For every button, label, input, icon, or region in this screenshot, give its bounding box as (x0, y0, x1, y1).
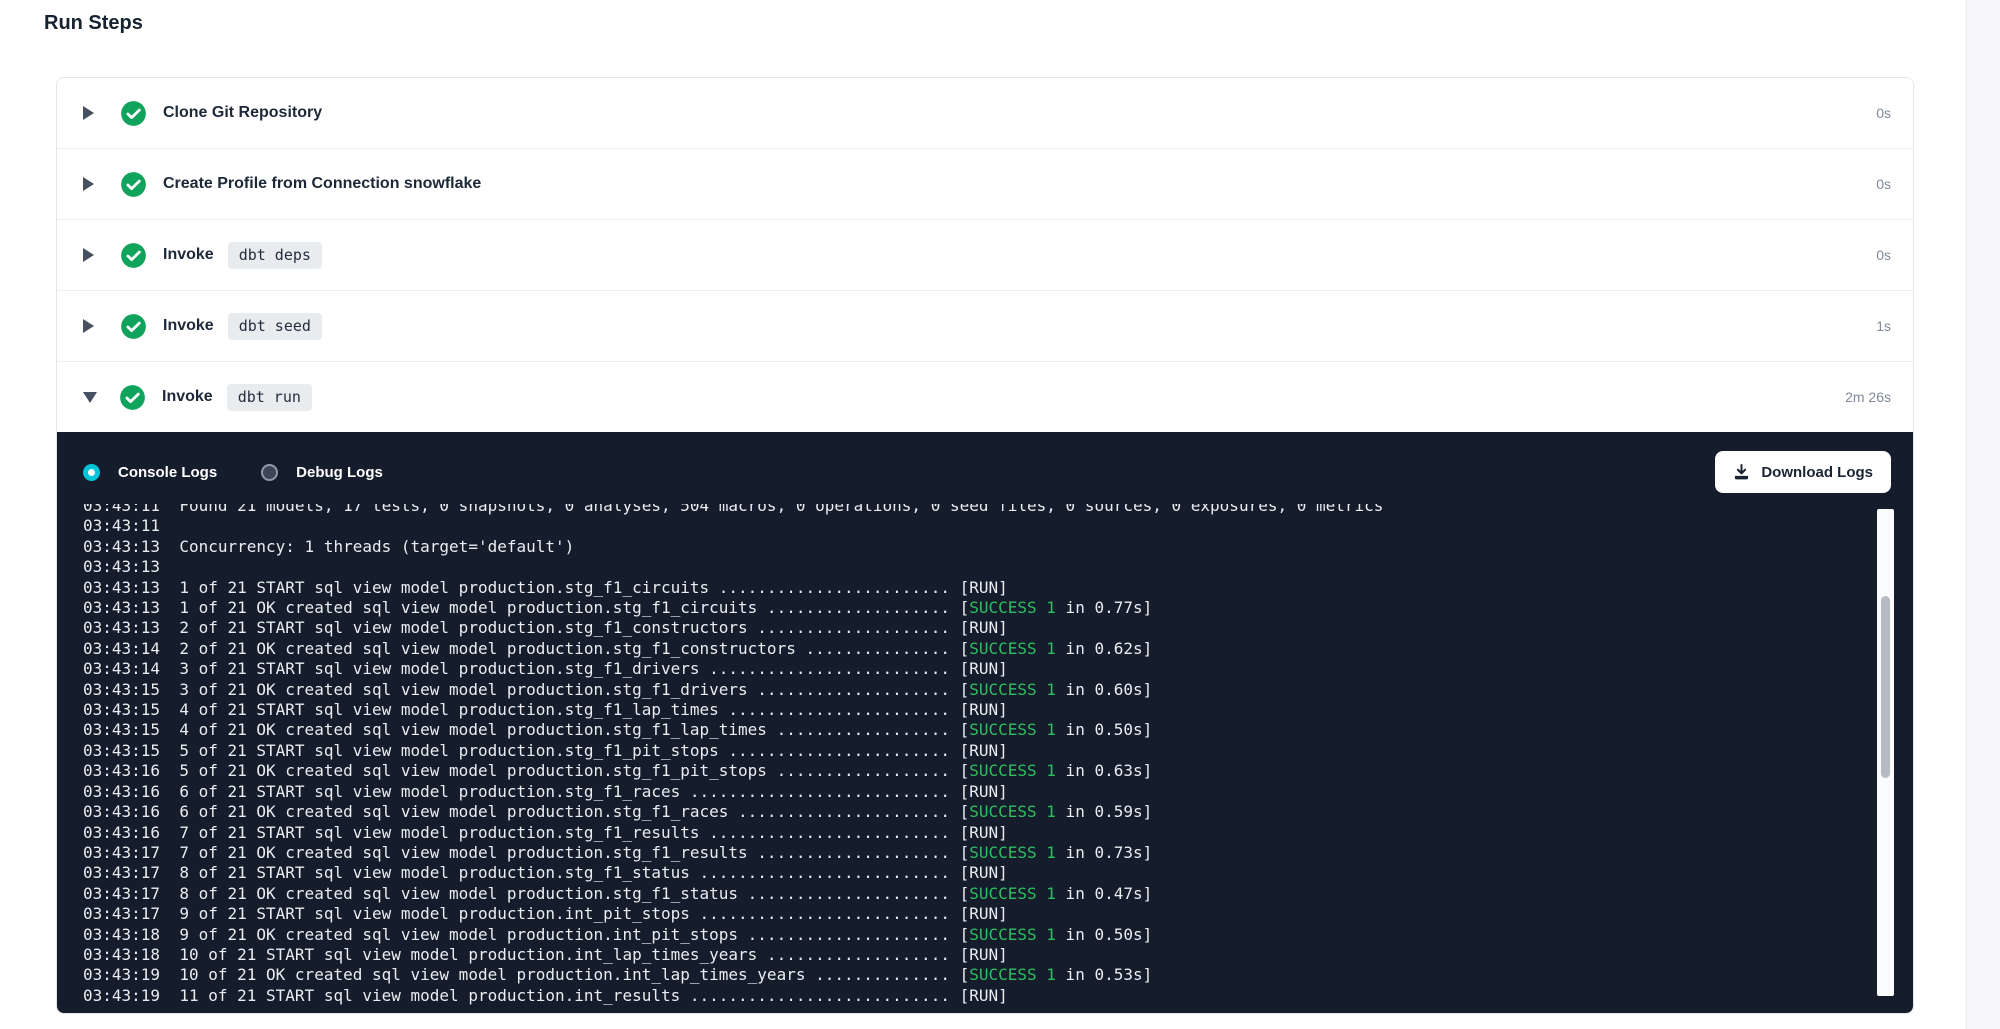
log-line: 03:43:13 Concurrency: 1 threads (target=… (83, 537, 1871, 557)
check-circle-icon (120, 100, 147, 127)
step-label: Clone Git Repository (163, 104, 322, 122)
step-label: Invoke (162, 388, 213, 406)
log-scrollbar-thumb[interactable] (1881, 596, 1890, 778)
run-step-row[interactable]: Clone Git Repository 0s (57, 78, 1913, 148)
step-label: Create Profile from Connection snowflake (163, 175, 481, 193)
step-command-badge: dbt deps (228, 242, 322, 269)
step-duration: 2m 26s (1845, 389, 1891, 405)
radio-selected-icon (83, 464, 100, 481)
step-duration: 1s (1876, 318, 1891, 334)
log-line: 03:43:14 2 of 21 OK created sql view mod… (83, 639, 1871, 659)
log-line: 03:43:11 Found 21 models, 17 tests, 0 sn… (83, 504, 1871, 516)
log-line: 03:43:15 3 of 21 OK created sql view mod… (83, 680, 1871, 700)
radio-unselected-icon (261, 464, 278, 481)
log-line: 03:43:13 1 of 21 OK created sql view mod… (83, 598, 1871, 618)
log-line: 03:43:14 3 of 21 START sql view model pr… (83, 659, 1871, 679)
step-duration: 0s (1876, 247, 1891, 263)
log-line: 03:43:15 4 of 21 OK created sql view mod… (83, 720, 1871, 740)
log-line: 03:43:16 5 of 21 OK created sql view mod… (83, 761, 1871, 781)
log-line: 03:43:11 (83, 516, 1871, 536)
run-step-row[interactable]: Invoke dbt deps 0s (57, 219, 1913, 290)
run-step-row[interactable]: Create Profile from Connection snowflake… (57, 148, 1913, 219)
step-command-badge: dbt run (227, 384, 312, 411)
log-line: 03:43:15 5 of 21 START sql view model pr… (83, 741, 1871, 761)
run-steps-card: Clone Git Repository0sCreate Profile fro… (56, 77, 1914, 1014)
chevron-right-icon (83, 319, 94, 333)
run-steps-list: Clone Git Repository0sCreate Profile fro… (57, 78, 1913, 432)
check-circle-icon (120, 171, 147, 198)
log-line: 03:43:16 6 of 21 START sql view model pr… (83, 782, 1871, 802)
chevron-right-icon (83, 248, 94, 262)
download-icon (1733, 464, 1750, 481)
step-label: Invoke (163, 317, 214, 335)
run-step-row[interactable]: Invoke dbt run 2m 26s (57, 361, 1913, 432)
log-line: 03:43:13 1 of 21 START sql view model pr… (83, 578, 1871, 598)
check-circle-icon (119, 384, 146, 411)
chevron-right-icon (83, 106, 94, 120)
console-logs-radio[interactable]: Console Logs (83, 464, 217, 481)
chevron-down-icon (83, 392, 97, 403)
log-panel-header: Console Logs Debug Logs Download Logs (57, 432, 1913, 504)
step-duration: 0s (1876, 176, 1891, 192)
log-line: 03:43:13 (83, 557, 1871, 577)
run-details-page: Run Steps Clone Git Repository0sCreate P… (0, 0, 2000, 1029)
log-line: 03:43:19 10 of 21 OK created sql view mo… (83, 965, 1871, 985)
step-duration: 0s (1876, 105, 1891, 121)
log-line: 03:43:17 9 of 21 START sql view model pr… (83, 904, 1871, 924)
log-line: 03:43:17 8 of 21 START sql view model pr… (83, 863, 1871, 883)
debug-logs-label: Debug Logs (296, 464, 383, 481)
log-type-radios: Console Logs Debug Logs (83, 464, 383, 481)
check-circle-icon (120, 313, 147, 340)
log-panel: Console Logs Debug Logs Download Logs (57, 432, 1913, 1013)
log-line: 03:43:17 8 of 21 OK created sql view mod… (83, 884, 1871, 904)
page-title: Run Steps (44, 12, 143, 35)
debug-logs-radio[interactable]: Debug Logs (261, 464, 383, 481)
log-line: 03:43:19 11 of 21 START sql view model p… (83, 986, 1871, 1006)
page-right-gutter (1966, 0, 2000, 1029)
check-circle-icon (120, 242, 147, 269)
log-lines: 03:43:11 Found 21 models, 17 tests, 0 sn… (83, 504, 1871, 1006)
step-label: Invoke (163, 246, 214, 264)
log-line: 03:43:13 2 of 21 START sql view model pr… (83, 618, 1871, 638)
chevron-right-icon (83, 177, 94, 191)
log-line: 03:43:18 9 of 21 OK created sql view mod… (83, 925, 1871, 945)
run-step-row[interactable]: Invoke dbt seed 1s (57, 290, 1913, 361)
console-log-output[interactable]: 03:43:11 Found 21 models, 17 tests, 0 sn… (83, 504, 1871, 1007)
console-logs-label: Console Logs (118, 464, 217, 481)
log-line: 03:43:17 7 of 21 OK created sql view mod… (83, 843, 1871, 863)
log-line: 03:43:16 7 of 21 START sql view model pr… (83, 823, 1871, 843)
log-line: 03:43:16 6 of 21 OK created sql view mod… (83, 802, 1871, 822)
log-line: 03:43:15 4 of 21 START sql view model pr… (83, 700, 1871, 720)
download-logs-label: Download Logs (1761, 464, 1873, 481)
step-command-badge: dbt seed (228, 313, 322, 340)
log-scrollbar[interactable] (1877, 509, 1894, 996)
download-logs-button[interactable]: Download Logs (1715, 451, 1891, 493)
log-line: 03:43:18 10 of 21 START sql view model p… (83, 945, 1871, 965)
